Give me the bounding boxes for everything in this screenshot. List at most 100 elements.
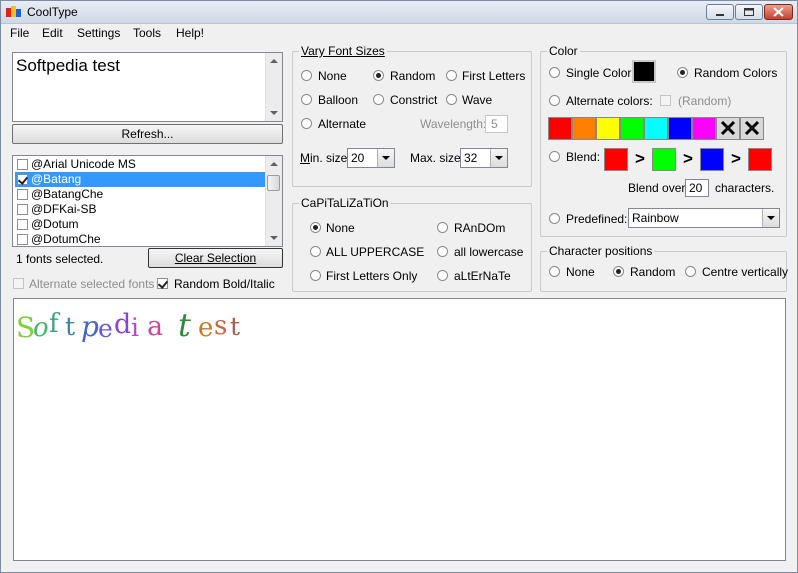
size-random-radio[interactable] <box>373 70 384 81</box>
max-size-select[interactable]: 32 <box>460 148 508 168</box>
alternate-selected-fonts-label: Alternate selected fonts <box>29 277 155 291</box>
clear-selection-button[interactable]: Clear Selection <box>148 248 283 268</box>
list-item[interactable]: @DotumChe <box>15 232 267 246</box>
list-item[interactable]: @BatangChe <box>15 187 267 202</box>
minimize-button[interactable] <box>706 4 734 20</box>
maximize-button[interactable] <box>735 4 763 20</box>
position-none-radio[interactable] <box>549 266 560 277</box>
wavelength-value: 5 <box>491 117 498 131</box>
text-input[interactable]: Softpedia test <box>12 52 283 122</box>
size-alternate-radio[interactable] <box>301 118 312 129</box>
min-size-select[interactable]: 20 <box>347 148 395 168</box>
font-checkbox[interactable] <box>17 234 28 245</box>
alternate-colors-radio[interactable] <box>549 95 560 106</box>
blend-arrow-2: > <box>683 149 693 168</box>
swatch-magenta[interactable] <box>692 117 716 140</box>
text-input-scrollbar[interactable] <box>265 53 282 121</box>
single-color-radio[interactable] <box>549 67 560 78</box>
font-checkbox[interactable] <box>17 174 28 185</box>
menu-edit[interactable]: Edit <box>42 26 63 40</box>
blend-color-2[interactable] <box>652 148 676 171</box>
size-alternate-label: Alternate <box>318 117 367 131</box>
blend-radio[interactable] <box>549 151 560 162</box>
min-size-label: Min. size: <box>300 151 351 165</box>
chevron-down-icon[interactable] <box>762 209 779 227</box>
alternate-random-checkbox[interactable] <box>660 95 671 106</box>
predefined-select[interactable]: Rainbow <box>628 208 780 228</box>
font-list-scrollbar[interactable] <box>265 156 282 246</box>
close-button[interactable] <box>764 4 793 20</box>
swatch-red[interactable] <box>548 117 572 140</box>
swatch-empty-1[interactable] <box>716 117 740 140</box>
menu-settings[interactable]: Settings <box>77 26 120 40</box>
size-first-letters-label: First Letters <box>462 69 526 83</box>
characters-label: characters. <box>715 181 775 195</box>
swatch-empty-2[interactable] <box>740 117 764 140</box>
alternate-selected-fonts-checkbox[interactable] <box>13 278 24 289</box>
alternate-random-label: (Random) <box>678 94 732 108</box>
caps-all-uppercase-label: ALL UPPERCASE <box>326 245 425 259</box>
swatch-orange[interactable] <box>572 117 596 140</box>
caps-random-label: RAnDOm <box>454 221 506 235</box>
size-constrict-radio[interactable] <box>373 94 384 105</box>
refresh-button[interactable]: Refresh... <box>12 124 283 144</box>
scroll-thumb[interactable] <box>267 175 280 191</box>
menu-file[interactable]: File <box>10 26 29 40</box>
size-none-radio[interactable] <box>301 70 312 81</box>
font-list[interactable]: @Arial Unicode MS @Batang @BatangChe @DF… <box>12 155 283 247</box>
position-none-label: None <box>566 265 595 279</box>
title-bar[interactable]: CoolType <box>1 1 797 24</box>
position-centre-label: Centre vertically <box>702 265 789 279</box>
swatch-cyan[interactable] <box>644 117 668 140</box>
blend-arrow-1: > <box>635 149 645 168</box>
position-random-radio[interactable] <box>613 266 624 277</box>
size-balloon-label: Balloon <box>318 93 359 107</box>
random-colors-label: Random Colors <box>694 66 778 80</box>
wavelength-input[interactable]: 5 <box>485 115 508 133</box>
blend-color-3[interactable] <box>700 148 724 171</box>
size-wave-label: Wave <box>462 93 493 107</box>
blend-over-input[interactable]: 20 <box>685 179 709 197</box>
size-wave-radio[interactable] <box>446 94 457 105</box>
min-size-value: 20 <box>351 151 365 165</box>
caps-first-letters-radio[interactable] <box>310 270 321 281</box>
alternate-colors-label: Alternate colors: <box>566 94 653 108</box>
font-checkbox[interactable] <box>17 204 28 215</box>
scroll-up-icon[interactable] <box>270 162 278 166</box>
font-checkbox[interactable] <box>17 159 28 170</box>
scroll-up-icon[interactable] <box>270 59 278 63</box>
blend-color-1[interactable] <box>604 148 628 171</box>
caps-none-radio[interactable] <box>310 222 321 233</box>
size-balloon-radio[interactable] <box>301 94 312 105</box>
scroll-down-icon[interactable] <box>270 236 278 240</box>
size-first-letters-radio[interactable] <box>446 70 457 81</box>
position-centre-radio[interactable] <box>685 266 696 277</box>
size-random-label: Random <box>390 69 436 83</box>
list-item[interactable]: @Dotum <box>15 217 267 232</box>
list-item-selected[interactable]: @Batang <box>15 172 267 187</box>
random-colors-radio[interactable] <box>677 67 688 78</box>
swatch-yellow[interactable] <box>596 117 620 140</box>
list-item[interactable]: @DFKai-SB <box>15 202 267 217</box>
predefined-radio[interactable] <box>549 213 560 224</box>
caps-all-lowercase-radio[interactable] <box>437 246 448 257</box>
preview-letter: d <box>114 309 132 340</box>
menu-tools[interactable]: Tools <box>133 26 161 40</box>
caps-all-uppercase-radio[interactable] <box>310 246 321 257</box>
menu-help[interactable]: Help! <box>176 26 204 40</box>
swatch-blue[interactable] <box>668 117 692 140</box>
random-bold-italic-checkbox[interactable] <box>157 278 168 289</box>
list-item[interactable]: @Arial Unicode MS <box>15 157 267 172</box>
caps-random-radio[interactable] <box>437 222 448 233</box>
single-color-swatch[interactable] <box>632 60 656 83</box>
chevron-down-icon[interactable] <box>377 149 394 167</box>
font-name: @Arial Unicode MS <box>31 157 136 171</box>
font-checkbox[interactable] <box>17 219 28 230</box>
blend-color-4[interactable] <box>748 148 772 171</box>
scroll-down-icon[interactable] <box>270 111 278 115</box>
font-checkbox[interactable] <box>17 189 28 200</box>
chevron-down-icon[interactable] <box>490 149 507 167</box>
preview-letter: t <box>178 306 191 344</box>
caps-alternate-radio[interactable] <box>437 270 448 281</box>
swatch-green[interactable] <box>620 117 644 140</box>
